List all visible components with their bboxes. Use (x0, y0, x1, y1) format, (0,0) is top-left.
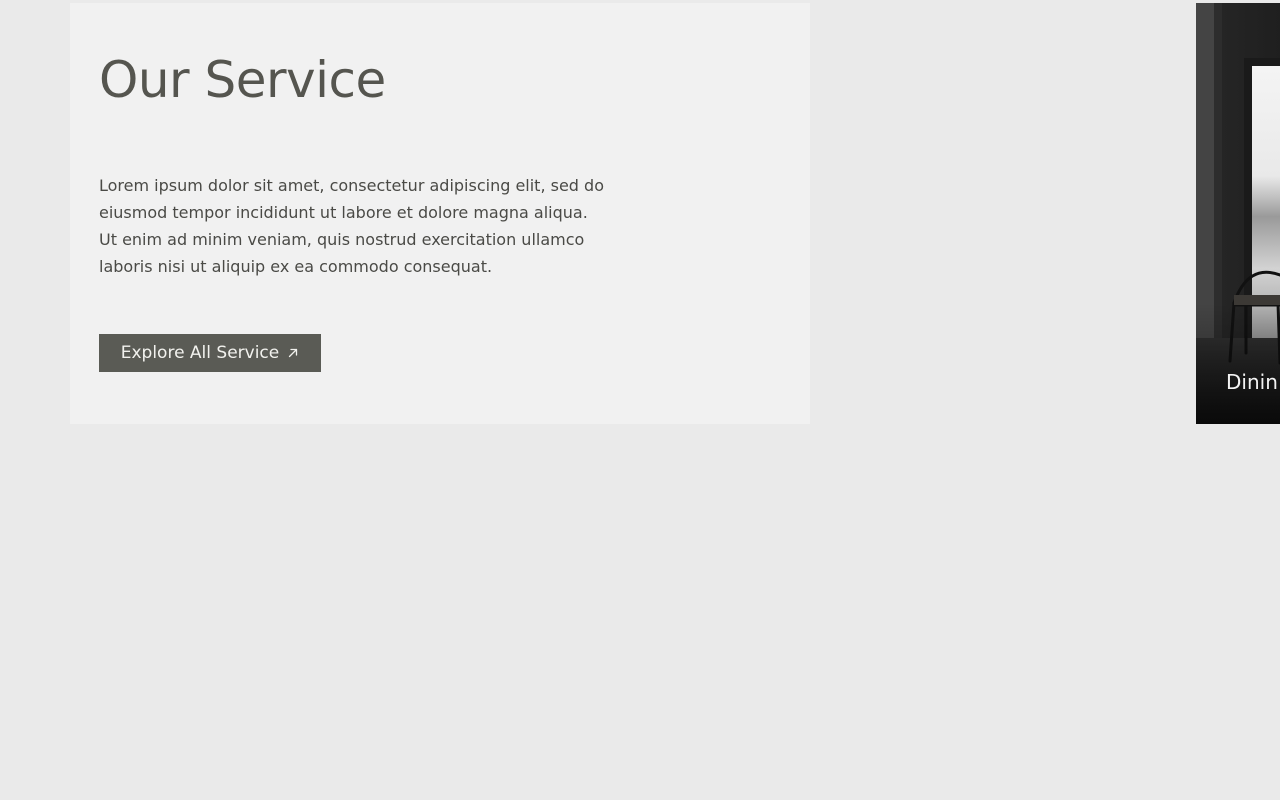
service-card: Our Service Lorem ipsum dolor sit amet, … (70, 3, 810, 424)
explore-all-service-button[interactable]: Explore All Service (99, 334, 321, 372)
description-line: eiusmod tempor incididunt ut labore et d… (99, 203, 588, 222)
service-description: Lorem ipsum dolor sit amet, consectetur … (99, 172, 639, 280)
dining-room-photo (1196, 3, 1280, 424)
description-line: laboris nisi ut aliquip ex ea commodo co… (99, 257, 493, 276)
gallery-card-dining[interactable]: Dinin (1196, 3, 1280, 424)
arrow-up-right-icon (287, 347, 299, 359)
gallery-card-caption: Dinin (1226, 370, 1278, 394)
explore-button-label: Explore All Service (120, 343, 280, 363)
description-line: Lorem ipsum dolor sit amet, consectetur … (99, 176, 604, 195)
description-line: Ut enim ad minim veniam, quis nostrud ex… (99, 230, 585, 249)
service-title: Our Service (99, 51, 386, 109)
